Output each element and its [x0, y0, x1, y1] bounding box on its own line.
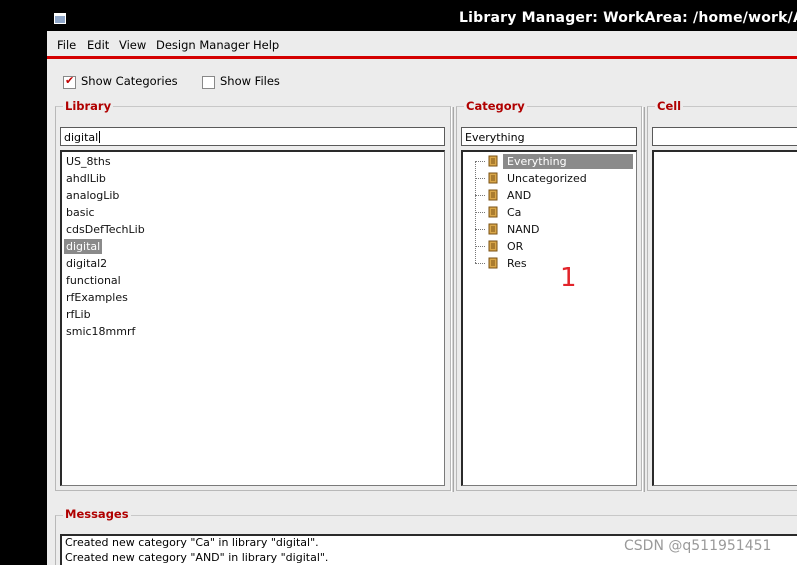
category-tree[interactable]: Everything Uncategorized AND Ca NAND OR …	[461, 150, 637, 486]
menu-bar: File Edit View Design Manager Help	[47, 35, 797, 57]
message-line: Created new category "Ca" in library "di…	[65, 536, 319, 549]
library-item-digital2[interactable]: digital2	[64, 256, 109, 271]
menu-view[interactable]: View	[119, 38, 146, 52]
category-item-ca[interactable]: Ca	[507, 205, 521, 220]
library-item-digital[interactable]: digital	[64, 239, 103, 254]
category-label: Category	[464, 99, 527, 113]
messages-label: Messages	[63, 507, 131, 521]
cell-list[interactable]	[652, 150, 797, 486]
library-manager-window: Library Manager: WorkArea: /home/work/An…	[47, 7, 797, 565]
scroll-icon	[488, 172, 498, 184]
category-item-and[interactable]: AND	[507, 188, 531, 203]
show-files-checkbox[interactable]	[202, 76, 215, 89]
library-list[interactable]: US_8ths ahdlLib analogLib basic cdsDefTe…	[60, 150, 445, 486]
cell-filter-input[interactable]	[652, 127, 797, 146]
tree-branch	[475, 263, 485, 264]
scroll-icon	[488, 223, 498, 235]
library-item-smic18mmrf[interactable]: smic18mmrf	[64, 324, 137, 339]
tree-branch	[475, 161, 485, 162]
library-item-functional[interactable]: functional	[64, 273, 123, 288]
library-item-ahdllib[interactable]: ahdlLib	[64, 171, 108, 186]
message-line: Created new category "AND" in library "d…	[65, 551, 329, 564]
library-item-us-8ths[interactable]: US_8ths	[64, 154, 113, 169]
library-filter-input[interactable]: digital	[60, 127, 445, 146]
category-item-uncategorized[interactable]: Uncategorized	[507, 171, 587, 186]
category-filter-value: Everything	[465, 131, 525, 144]
menu-divider	[47, 56, 797, 59]
category-item-nand[interactable]: NAND	[507, 222, 539, 237]
library-item-rflib[interactable]: rfLib	[64, 307, 93, 322]
category-item-everything[interactable]: Everything	[507, 154, 567, 169]
library-item-rfexamples[interactable]: rfExamples	[64, 290, 130, 305]
tree-branch	[475, 212, 485, 213]
category-item-res[interactable]: Res	[507, 256, 527, 271]
scroll-icon	[488, 240, 498, 252]
library-item-basic[interactable]: basic	[64, 205, 97, 220]
menu-file[interactable]: File	[57, 38, 76, 52]
scroll-icon	[488, 189, 498, 201]
show-categories-label: Show Categories	[81, 74, 178, 88]
window-menu-icon[interactable]	[54, 13, 66, 24]
library-filter-value: digital	[64, 131, 99, 144]
tree-branch	[475, 178, 485, 179]
show-categories-checkbox[interactable]: ✔	[63, 74, 76, 89]
scroll-icon	[488, 257, 498, 269]
library-label: Library	[63, 99, 114, 113]
scroll-icon	[488, 155, 498, 167]
text-cursor	[99, 131, 101, 143]
menu-help[interactable]: Help	[253, 38, 279, 52]
category-filter-input[interactable]: Everything	[461, 127, 637, 146]
cell-label: Cell	[655, 99, 684, 113]
pane-splitter[interactable]	[642, 107, 645, 492]
show-files-label: Show Files	[220, 74, 280, 88]
library-item-analoglib[interactable]: analogLib	[64, 188, 121, 203]
scroll-icon	[488, 206, 498, 218]
tree-branch	[475, 246, 485, 247]
library-item-cdsdeftechlib[interactable]: cdsDefTechLib	[64, 222, 147, 237]
menu-edit[interactable]: Edit	[87, 38, 109, 52]
menu-design-manager[interactable]: Design Manager	[156, 38, 250, 52]
tree-branch	[475, 195, 485, 196]
annotation-number: 1	[560, 263, 577, 293]
category-item-or[interactable]: OR	[507, 239, 523, 254]
title-bar[interactable]: Library Manager: WorkArea: /home/work/An…	[47, 7, 797, 31]
window-title: Library Manager: WorkArea: /home/work/An…	[459, 10, 797, 26]
pane-splitter[interactable]	[451, 107, 454, 492]
checkmark-icon: ✔	[65, 74, 75, 87]
tree-branch	[475, 229, 485, 230]
watermark-text: CSDN @q511951451	[624, 538, 772, 554]
